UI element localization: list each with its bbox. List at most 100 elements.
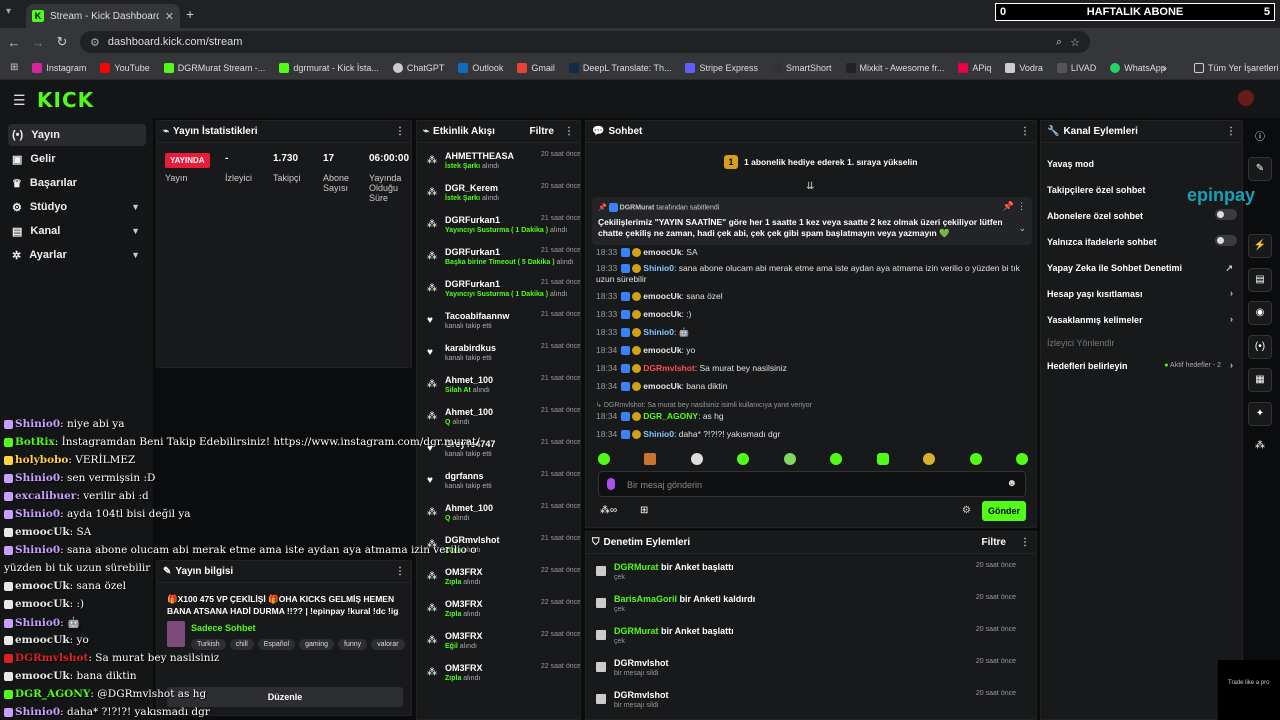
bookmark-item[interactable]: Mixkit - Awesome fr...: [845, 62, 944, 73]
broadcast-icon[interactable]: (•): [1248, 335, 1272, 359]
bookmark-item[interactable]: YouTube: [100, 62, 150, 73]
bookmark-item[interactable]: SmartShort: [772, 62, 832, 73]
activity-item[interactable]: ⁂ DGRFurkan1 Başka birine Timeout ( 5 Daki…: [423, 247, 580, 279]
emote-icon[interactable]: [644, 453, 657, 465]
sidebar-item-ayarlar[interactable]: ✲ Ayarlar ▼: [8, 244, 146, 266]
subscribers-only-row[interactable]: Abonelere özel sohbet: [1047, 209, 1237, 221]
emote-icon[interactable]: [830, 453, 843, 465]
more-options-icon[interactable]: ⋮: [1020, 537, 1030, 548]
subscribers-only-toggle[interactable]: [1215, 209, 1237, 220]
banned-words-row[interactable]: Yasaklanmış kelimeler ›: [1047, 314, 1237, 325]
scroll-icon[interactable]: ⇊: [806, 181, 814, 192]
lightning-icon[interactable]: ⚡: [1248, 234, 1272, 258]
activity-item[interactable]: ⁂ Ahmet_100 Q alındı 21 saat önce: [423, 407, 580, 439]
moderation-item[interactable]: DGRmvlshot bir mesajı sildi 20 saat önce: [596, 658, 1026, 690]
message-user[interactable]: Shinio0: [643, 327, 674, 337]
zoom-icon[interactable]: ⌕: [1056, 36, 1062, 49]
chat-message[interactable]: 18:34 emoocUk: yo: [596, 345, 1026, 356]
message-user[interactable]: Shinio0: [643, 429, 674, 439]
activity-item[interactable]: ⁂ DGRmvlshot Zıpla alındı 21 saat önce: [423, 535, 580, 567]
kick-logo[interactable]: KICK: [37, 88, 94, 112]
wrench-icon[interactable]: ✦: [1248, 402, 1272, 426]
forward-icon[interactable]: →: [26, 35, 50, 50]
apps-grid-icon[interactable]: ⊞: [10, 62, 18, 73]
info-icon[interactable]: ⓘ: [1255, 128, 1265, 143]
moderation-item[interactable]: DGRMurat bir Anket başlattı çek 20 saat ön…: [596, 626, 1026, 658]
mic-icon[interactable]: [607, 478, 615, 490]
bookmark-item[interactable]: LIVAD: [1056, 62, 1096, 73]
emote-icon[interactable]: [923, 453, 936, 465]
moderation-item[interactable]: DGRMurat bir Anket başlattı çek 20 saat ön…: [596, 562, 1026, 594]
moderation-item[interactable]: BarisAmaGoril bir Anketi kaldırdı çek 20 s…: [596, 594, 1026, 626]
activity-item[interactable]: ⁂ DGR_Kerem İstek Şarkı alındı 20 saat önce: [423, 183, 580, 215]
slow-mode-row[interactable]: Yavaş mod: [1047, 159, 1237, 169]
activity-item[interactable]: ♥ karabirdkus kanalı takip etti 21 saat önc…: [423, 343, 580, 375]
bookmark-item[interactable]: Gmail: [517, 62, 555, 73]
emote-icon[interactable]: [737, 453, 750, 465]
sidebar-item-basarilar[interactable]: ♛ Başarılar: [8, 172, 146, 194]
activity-item[interactable]: ⁂ DGRFurkan1 Yayıncıyı Susturma ( 1 Dakika…: [423, 215, 580, 247]
chat-message[interactable]: 18:33 Shinio0: sana abone olucam abi mera…: [596, 263, 1026, 285]
ai-moderation-row[interactable]: Yapay Zeka ile Sohbet Denetimi ↗: [1047, 263, 1237, 273]
tab-search-icon[interactable]: ▾: [6, 6, 20, 20]
activity-item[interactable]: ⁂ Ahmet_100 Silah At alındı 21 saat önce: [423, 375, 580, 407]
all-bookmarks[interactable]: Tüm Yer İşaretleri: [1194, 62, 1279, 73]
clipboard-icon[interactable]: ▤: [1248, 268, 1272, 292]
bookmark-item[interactable]: Vodra: [1005, 62, 1043, 73]
calendar-icon[interactable]: ▦: [1248, 368, 1272, 392]
unpin-icon[interactable]: 📌: [1003, 201, 1014, 212]
pencil-icon[interactable]: ✎: [1248, 157, 1272, 181]
gift-icon[interactable]: ⊞: [640, 505, 648, 516]
emote-icon[interactable]: [690, 453, 703, 465]
message-user[interactable]: Shinio0: [643, 263, 674, 273]
chat-message[interactable]: 18:33 Shinio0: 🤖: [596, 327, 1026, 338]
sidebar-item-studyo[interactable]: ⚙ Stüdyo ▼: [8, 196, 146, 218]
browser-tab[interactable]: K Stream - Kick Dashboard ✕: [26, 4, 180, 28]
chat-message[interactable]: 18:34 emoocUk: bana diktin: [596, 381, 1026, 392]
bookmark-item[interactable]: APiq: [958, 62, 991, 73]
activity-item[interactable]: ⁂ DGRFurkan1 Yayıncıyı Susturma ( 1 Dakika…: [423, 279, 580, 311]
more-options-icon[interactable]: ⋮: [1020, 126, 1030, 137]
activity-item[interactable]: ⁂ OM3FRX Eğil alındı 22 saat önce: [423, 631, 580, 663]
more-options-icon[interactable]: ⋮: [564, 126, 574, 137]
more-options-icon[interactable]: ⋮: [1017, 201, 1026, 212]
chat-message[interactable]: 18:33 emoocUk: SA: [596, 247, 1026, 258]
send-button[interactable]: Gönder: [982, 501, 1026, 521]
emotes-only-row[interactable]: Yalnızca ifadelerle sohbet: [1047, 235, 1237, 247]
activity-item[interactable]: ⁂ OM3FRX Zıpla alındı 22 saat önce: [423, 599, 580, 631]
close-tab-icon[interactable]: ✕: [165, 10, 174, 23]
sidebar-item-kanal[interactable]: ▤ Kanal ▼: [8, 220, 146, 242]
bookmark-item[interactable]: Instagram: [32, 62, 86, 73]
chat-message[interactable]: 18:33 emoocUk: :): [596, 309, 1026, 320]
emote-icon[interactable]: [783, 453, 796, 465]
emote-icon[interactable]: [969, 453, 982, 465]
bookmark-item[interactable]: DGRMurat Stream -...: [163, 62, 265, 73]
chat-input[interactable]: Bir mesaj gönderin ☻: [598, 471, 1026, 497]
chevron-down-icon[interactable]: ⌄: [1018, 223, 1026, 234]
bookmark-item[interactable]: DeepL Translate: Th...: [568, 62, 671, 73]
filter-button[interactable]: Filtre: [530, 126, 554, 137]
activity-item[interactable]: ♥ Tacoabifaannw kanalı takip etti 21 saat ö…: [423, 311, 580, 343]
site-info-icon[interactable]: ⚙: [90, 36, 100, 49]
message-user[interactable]: DGR_AGONY: [643, 411, 698, 421]
emote-icon[interactable]: [598, 453, 610, 465]
emote-icon[interactable]: [1015, 453, 1028, 465]
chat-message[interactable]: 18:34 DGR_AGONY: as hg: [596, 411, 1026, 422]
activity-item[interactable]: ♥ GreyTe4747 kanalı takip etti 21 saat önce: [423, 439, 580, 471]
activity-item[interactable]: ♥ dgrfanns kanalı takip etti 21 saat önce: [423, 471, 580, 503]
chat-bubble-icon[interactable]: ◉: [1248, 301, 1272, 325]
new-tab-icon[interactable]: +: [186, 6, 194, 22]
message-user[interactable]: emoocUk: [643, 247, 681, 257]
bookmark-item[interactable]: dgrmurat - Kick İsta...: [279, 62, 379, 73]
emotes-only-toggle[interactable]: [1215, 235, 1237, 246]
sidebar-item-yayin[interactable]: (•) Yayın: [8, 124, 146, 146]
activity-item[interactable]: ⁂ OM3FRX Zıpla alındı 22 saat önce: [423, 663, 580, 695]
activity-item[interactable]: ⁂ Ahmet_100 Q alındı 21 saat önce: [423, 503, 580, 535]
nodes-icon[interactable]: ⁂: [1255, 440, 1265, 451]
chat-settings-icon[interactable]: ⚙: [962, 505, 971, 516]
moderation-item[interactable]: DGRmvlshot bir mesajı sildi 20 saat önce: [596, 690, 1026, 719]
message-user[interactable]: emoocUk: [643, 381, 681, 391]
message-user[interactable]: emoocUk: [643, 309, 681, 319]
category-name[interactable]: Sadece Sohbet: [191, 623, 256, 633]
goals-row[interactable]: Hedefleri belirleyin ● Aktif hedefler - 2…: [1047, 360, 1237, 371]
